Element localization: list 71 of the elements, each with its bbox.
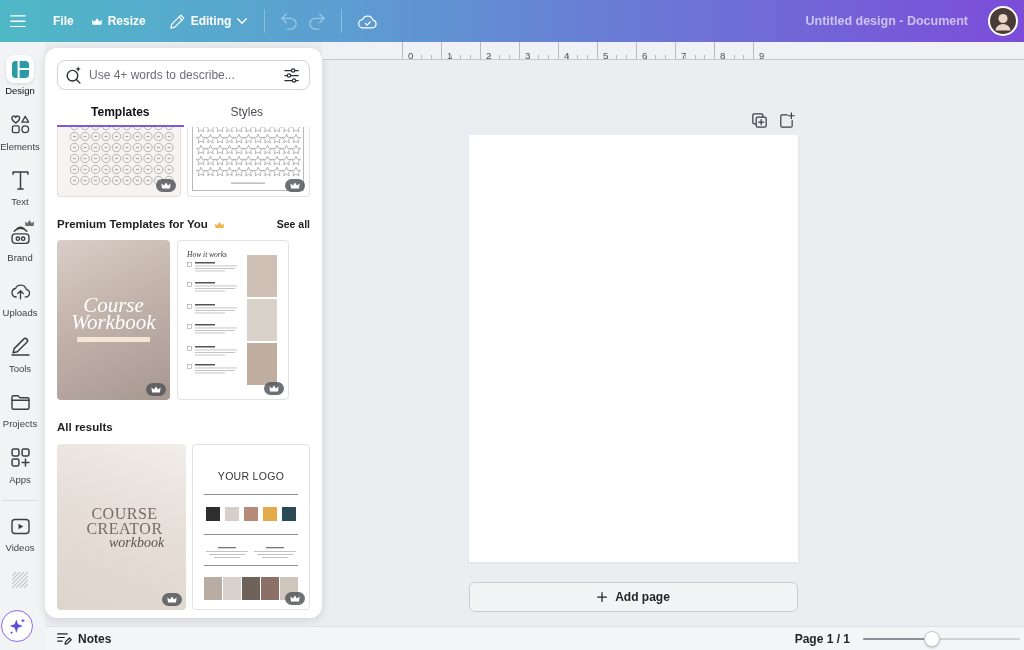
- see-all-link[interactable]: See all: [276, 217, 310, 233]
- panel-tab[interactable]: Styles: [183, 98, 310, 127]
- photo-placeholder: [242, 577, 260, 600]
- document-title: Untitled design - Document: [805, 12, 968, 30]
- magic-search-icon: [66, 66, 82, 84]
- layout-icon: [11, 60, 29, 78]
- ruler-number: 1: [447, 51, 453, 61]
- photo-placeholder: [261, 577, 279, 600]
- sidebar-item[interactable]: Tools: [0, 330, 40, 386]
- menu-icon: [10, 14, 26, 28]
- logo-placeholder-text: YOUR LOGO: [217, 469, 285, 483]
- thumbnail-subtitle: workbook: [108, 536, 165, 550]
- sidebar-item[interactable]: Videos: [0, 510, 40, 566]
- redo-icon: [309, 12, 326, 30]
- cloud-check-icon: [358, 13, 378, 29]
- sidebar-item[interactable]: Brand: [0, 219, 40, 275]
- photo-placeholder: [247, 343, 277, 385]
- sidebar-item[interactable]: Text: [0, 164, 40, 220]
- sidebar-item[interactable]: Elements: [0, 108, 40, 164]
- sliders-icon[interactable]: [283, 68, 300, 83]
- ruler-number: 4: [564, 51, 570, 61]
- undo-icon: [281, 12, 298, 30]
- zoom-slider[interactable]: [863, 630, 1020, 647]
- ruler-number: 7: [681, 51, 687, 61]
- caret-icon: [237, 18, 248, 24]
- apps-icon: [10, 448, 30, 467]
- crown-icon: [91, 17, 102, 25]
- ruler-number: 6: [642, 51, 648, 61]
- section-title: All results: [57, 420, 113, 436]
- photo-placeholder: [204, 577, 222, 600]
- duplicate-icon[interactable]: [752, 112, 767, 128]
- slider-thumb[interactable]: [923, 630, 940, 647]
- add-page-button[interactable]: Add page: [469, 582, 798, 612]
- ruler-number: 9: [759, 51, 765, 61]
- plus-icon: [597, 592, 608, 602]
- thumbnail-title: COURSE CREATOR: [86, 506, 163, 536]
- sparkle-icon: [8, 617, 26, 635]
- ruler-number: 3: [525, 51, 531, 61]
- photo-placeholder: [247, 255, 277, 297]
- sidebar-item[interactable]: Design: [0, 53, 40, 109]
- ruler-number: 2: [486, 51, 492, 61]
- pencil-icon: [169, 13, 185, 29]
- shapes-icon: [10, 115, 30, 134]
- cloud-upload-icon: [10, 281, 30, 301]
- photo-placeholder: [247, 299, 277, 341]
- photo-placeholder: [223, 577, 241, 600]
- search-field[interactable]: Use 4+ words to describe...: [57, 60, 310, 90]
- template-thumbnail[interactable]: YOUR LOGO: [192, 444, 310, 610]
- pen-icon: [10, 337, 30, 356]
- notes-button[interactable]: Notes: [57, 629, 112, 648]
- thumbnail-title: Course Workbook: [71, 297, 156, 331]
- user-avatar[interactable]: [988, 6, 1018, 36]
- section-title: Premium Templates for You: [57, 217, 208, 233]
- pattern-icon[interactable]: [12, 571, 28, 588]
- sidebar-item[interactable]: Uploads: [0, 275, 40, 331]
- ruler-number: 0: [408, 51, 414, 61]
- sidebar-item[interactable]: Apps: [0, 441, 40, 497]
- page-indicator: Page 1 / 1: [794, 630, 850, 648]
- template-thumbnail[interactable]: COURSE CREATOR workbook: [57, 444, 186, 610]
- template-thumbnail[interactable]: [187, 127, 310, 197]
- ruler-number: 8: [720, 51, 726, 61]
- add-page-icon[interactable]: [780, 112, 795, 128]
- template-thumbnail[interactable]: [57, 127, 181, 197]
- text-icon: [10, 170, 30, 190]
- video-icon: [10, 516, 30, 536]
- notes-icon: [57, 632, 72, 645]
- folder-icon: [10, 392, 30, 412]
- sparkle-button[interactable]: [1, 610, 33, 642]
- sidebar-item[interactable]: Projects: [0, 386, 40, 442]
- ruler-number: 5: [603, 51, 609, 61]
- badge-icon: [10, 226, 30, 245]
